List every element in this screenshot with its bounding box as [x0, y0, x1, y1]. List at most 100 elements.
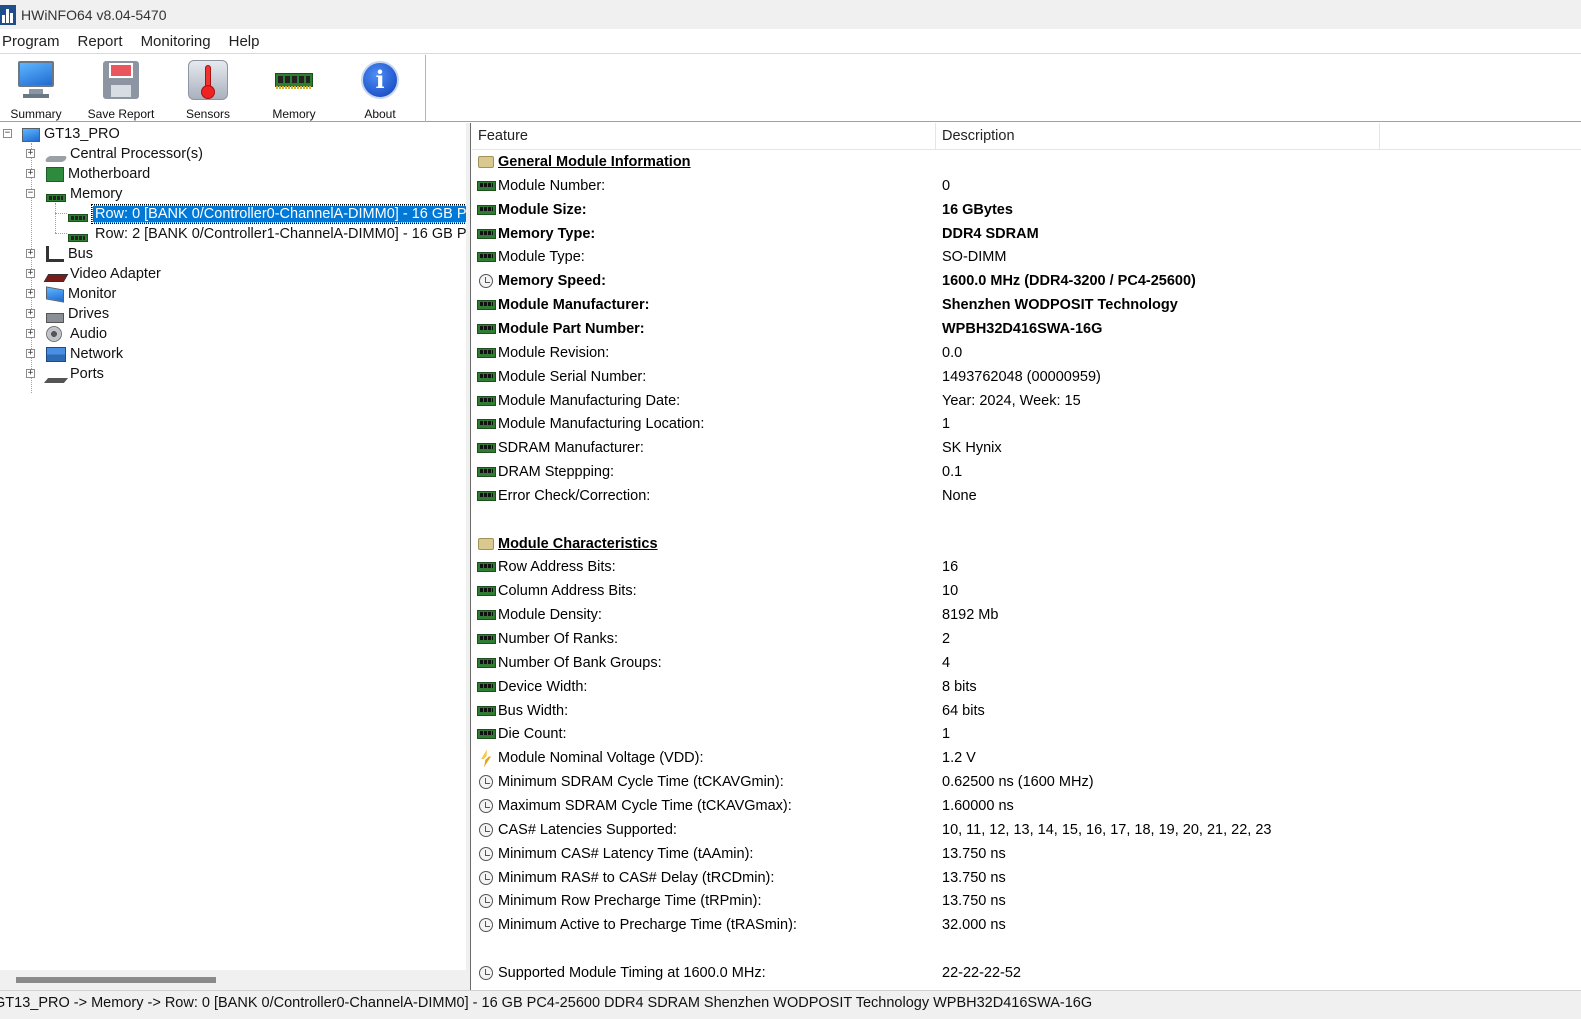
expand-icon[interactable]: + — [26, 369, 35, 378]
expand-icon[interactable]: + — [26, 269, 35, 278]
detail-row[interactable]: DRAM Steppping: 0.1 — [472, 460, 1581, 484]
detail-row[interactable]: Module Part Number: WPBH32D416SWA-16G — [472, 317, 1581, 341]
pane-splitter[interactable] — [466, 123, 471, 990]
detail-row[interactable] — [472, 508, 1581, 532]
expand-icon[interactable]: + — [26, 309, 35, 318]
column-header-description[interactable]: Description — [936, 123, 1380, 150]
tree-item-video-adapter[interactable]: + Video Adapter — [0, 264, 161, 284]
detail-row[interactable]: Module Size: 16 GBytes — [472, 198, 1581, 222]
cpu-icon — [44, 156, 68, 162]
tree-item-motherboard[interactable]: + Motherboard — [0, 164, 150, 184]
detail-row[interactable]: Module Number: 0 — [472, 174, 1581, 198]
tree-item-label: Drives — [68, 306, 110, 322]
tree-item-label: Network — [70, 346, 124, 362]
tree-item-memory[interactable]: − Memory — [0, 184, 122, 204]
tree-item-label: Row: 2 [BANK 0/Controller1-ChannelA-DIMM… — [95, 226, 466, 242]
tree-root-label: GT13_PRO — [44, 126, 120, 142]
detail-row[interactable]: Minimum CAS# Latency Time (tAAmin): 13.75… — [472, 842, 1581, 866]
description-cell: DDR4 SDRAM — [942, 225, 1039, 242]
column-header-feature[interactable]: Feature — [472, 123, 936, 150]
tree-item-central-processors[interactable]: + Central Processor(s) — [0, 144, 203, 164]
detail-row[interactable]: Memory Type: DDR4 SDRAM — [472, 222, 1581, 246]
expand-icon[interactable]: + — [26, 329, 35, 338]
detail-row[interactable]: Maximum SDRAM Cycle Time (tCKAVGmax): 1.6… — [472, 794, 1581, 818]
detail-row[interactable]: Memory Speed: 1600.0 MHz (DDR4-3200 / PC4… — [472, 269, 1581, 293]
memory-icon — [477, 657, 496, 668]
tree-item-ports[interactable]: + Ports — [0, 364, 104, 384]
detail-row[interactable]: Module Type: SO-DIMM — [472, 245, 1581, 269]
detail-row[interactable]: SDRAM Manufacturer: SK Hynix — [472, 436, 1581, 460]
menu-help[interactable]: Help — [220, 33, 269, 50]
detail-row[interactable]: Bus Width: 64 bits — [472, 699, 1581, 723]
device-tree-pane[interactable]: − GT13_PRO + Central Processor(s) + Moth… — [0, 123, 466, 990]
tree-item-audio[interactable]: + Audio — [0, 324, 107, 344]
memory-icon — [477, 252, 496, 263]
memory-icon — [477, 634, 496, 644]
detail-row[interactable]: Minimum SDRAM Cycle Time (tCKAVGmin): 0.6… — [472, 770, 1581, 794]
monitor-icon — [46, 285, 64, 303]
tree-item-bus[interactable]: + Bus — [0, 244, 93, 264]
expand-icon[interactable]: + — [26, 249, 35, 258]
collapse-icon[interactable]: − — [3, 129, 12, 138]
sensors-button[interactable]: Sensors — [168, 59, 248, 121]
detail-row[interactable]: Module Manufacturing Date: Year: 2024, We… — [472, 389, 1581, 413]
memory-button-label: Memory — [272, 107, 316, 121]
tree-item-network[interactable]: + Network — [0, 344, 123, 364]
detail-row[interactable]: Number Of Bank Groups: 4 — [472, 651, 1581, 675]
menu-report[interactable]: Report — [69, 33, 132, 50]
tree-item-memory-row-2[interactable]: Row: 2 [BANK 0/Controller1-ChannelA-DIMM… — [0, 224, 466, 244]
section-icon — [478, 156, 494, 168]
menu-program[interactable]: Program — [0, 33, 69, 50]
detail-row[interactable]: Column Address Bits: 10 — [472, 579, 1581, 603]
tree-item-monitor[interactable]: + Monitor — [0, 284, 116, 304]
detail-row[interactable] — [472, 937, 1581, 961]
summary-button[interactable]: Summary — [0, 59, 76, 121]
expand-icon[interactable]: + — [26, 289, 35, 298]
detail-row[interactable]: Module Revision: 0.0 — [472, 341, 1581, 365]
menu-monitoring[interactable]: Monitoring — [132, 33, 220, 50]
details-list-pane[interactable]: Feature Description General Module Infor… — [472, 123, 1581, 990]
detail-row[interactable]: Number Of Ranks: 2 — [472, 627, 1581, 651]
detail-row[interactable]: Minimum Row Precharge Time (tRPmin): 13.7… — [472, 889, 1581, 913]
feature-cell: Minimum RAS# to CAS# Delay (tRCDmin): — [498, 869, 775, 886]
expand-icon[interactable]: + — [26, 149, 35, 158]
section-header-row[interactable]: Module Characteristics — [472, 532, 1581, 556]
detail-row[interactable]: Module Nominal Voltage (VDD): 1.2 V — [472, 746, 1581, 770]
memory-button[interactable]: Memory — [254, 59, 334, 121]
detail-row[interactable]: Device Width: 8 bits — [472, 675, 1581, 699]
detail-row[interactable]: Minimum Active to Precharge Time (tRASmi… — [472, 913, 1581, 937]
expand-icon[interactable]: + — [26, 349, 35, 358]
about-button[interactable]: i About — [340, 59, 420, 121]
horizontal-scrollbar[interactable] — [0, 970, 466, 990]
feature-cell: Module Size: — [498, 201, 587, 218]
memory-icon — [477, 490, 496, 501]
detail-row[interactable]: Die Count: 1 — [472, 722, 1581, 746]
feature-cell: Bus Width: — [498, 702, 569, 719]
detail-row[interactable]: Row Address Bits: 16 — [472, 555, 1581, 579]
toolbar-group: Summary Save Report Sensors Memory i Abo… — [0, 55, 426, 122]
detail-row[interactable]: Supported Module Timing at 1600.0 MHz: 22… — [472, 961, 1581, 985]
clock-icon — [479, 798, 493, 813]
audio-icon — [46, 326, 62, 342]
detail-row[interactable]: Module Serial Number: 1493762048 (0000095… — [472, 365, 1581, 389]
save-report-button[interactable]: Save Report — [81, 59, 161, 121]
detail-row[interactable]: Error Check/Correction: None — [472, 484, 1581, 508]
section-header-row[interactable]: General Module Information — [472, 150, 1581, 174]
description-cell: 8 bits — [942, 678, 977, 695]
collapse-icon[interactable]: − — [26, 189, 35, 198]
detail-row[interactable]: Module Manufacturer: Shenzhen WODPOSIT Te… — [472, 293, 1581, 317]
expand-icon[interactable]: + — [26, 169, 35, 178]
detail-row[interactable]: CAS# Latencies Supported: 10, 11, 12, 13,… — [472, 818, 1581, 842]
tree-item-label: Video Adapter — [70, 266, 161, 282]
scrollbar-thumb[interactable] — [16, 977, 216, 983]
feature-cell: CAS# Latencies Supported: — [498, 821, 677, 838]
tree-item-memory-row-0[interactable]: Row: 0 [BANK 0/Controller0-ChannelA-DIMM… — [0, 204, 466, 224]
description-cell: 1493762048 (00000959) — [942, 368, 1101, 385]
tree-item-drives[interactable]: + Drives — [0, 304, 109, 324]
feature-cell: General Module Information — [498, 154, 691, 170]
detail-row[interactable]: Module Manufacturing Location: 1 — [472, 412, 1581, 436]
motherboard-icon — [46, 166, 64, 182]
tree-root-gt13-pro[interactable]: − GT13_PRO — [0, 124, 120, 144]
detail-row[interactable]: Minimum RAS# to CAS# Delay (tRCDmin): 13.… — [472, 866, 1581, 890]
detail-row[interactable]: Module Density: 8192 Mb — [472, 603, 1581, 627]
